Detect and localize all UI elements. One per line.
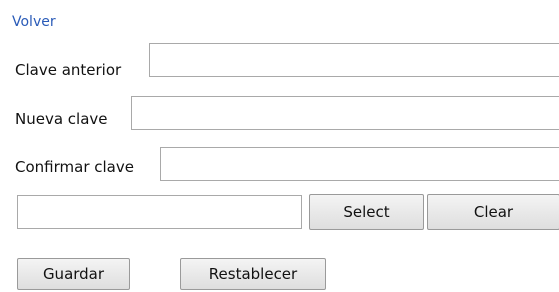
file-path-field[interactable] <box>17 195 302 229</box>
confirm-password-field[interactable] <box>160 147 559 181</box>
old-password-label: Clave anterior <box>15 61 122 79</box>
select-button[interactable]: Select <box>309 194 424 230</box>
clear-button[interactable]: Clear <box>427 194 559 230</box>
new-password-label: Nueva clave <box>15 110 108 128</box>
old-password-field[interactable] <box>149 43 559 77</box>
save-button[interactable]: Guardar <box>17 258 130 290</box>
back-link[interactable]: Volver <box>12 14 56 30</box>
new-password-field[interactable] <box>131 96 559 130</box>
reset-button[interactable]: Restablecer <box>180 258 326 290</box>
confirm-password-label: Confirmar clave <box>15 158 134 176</box>
